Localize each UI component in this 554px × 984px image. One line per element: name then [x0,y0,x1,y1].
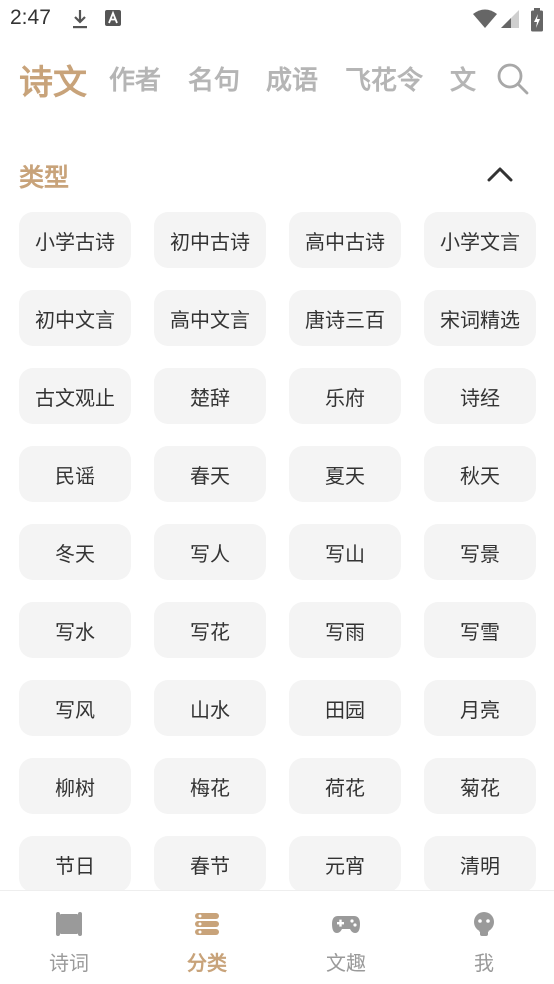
scroll-icon [56,912,82,936]
category-tag[interactable]: 小学古诗 [19,212,131,268]
section-title: 类型 [19,163,70,192]
category-tag[interactable]: 写风 [19,680,131,736]
category-tag[interactable]: 古文观止 [19,368,131,424]
category-tag[interactable]: 唐诗三百 [289,290,401,346]
profile-icon [474,912,494,936]
category-tag[interactable]: 楚辞 [154,368,266,424]
category-tag[interactable]: 写人 [154,524,266,580]
category-tag[interactable]: 节日 [19,836,131,892]
battery-icon [531,8,543,32]
category-tag[interactable]: 春节 [154,836,266,892]
category-tag[interactable]: 荷花 [289,758,401,814]
nav-item-me[interactable]: 我 [415,891,553,984]
download-icon [73,10,87,29]
tab-idioms[interactable]: 成语 [266,60,318,97]
category-tag[interactable]: 写雨 [289,602,401,658]
category-tag[interactable]: 山水 [154,680,266,736]
category-tag[interactable]: 月亮 [424,680,536,736]
category-tag[interactable]: 秋天 [424,446,536,502]
category-tag[interactable]: 高中文言 [154,290,266,346]
tab-authors[interactable]: 作者 [109,60,161,97]
category-tag[interactable]: 清明 [424,836,536,892]
category-tag[interactable]: 写水 [19,602,131,658]
category-tag[interactable]: 宋词精选 [424,290,536,346]
top-tab-bar: 诗文 作者 名句 成语 飞花令 文 [0,52,554,108]
category-tag[interactable]: 写山 [289,524,401,580]
category-tag[interactable]: 元宵 [289,836,401,892]
status-bar: 2:47 [0,0,554,38]
category-tag-grid: 小学古诗 初中古诗 高中古诗 小学文言初中文言 高中文言 唐诗三百 宋词精选古文观止 楚辞 乐府… [19,212,536,892]
category-tag[interactable]: 初中文言 [19,290,131,346]
nav-label-me: 我 [474,951,494,975]
category-tag[interactable]: 乐府 [289,368,401,424]
tab-more[interactable]: 文 [450,60,476,97]
tab-famous-lines[interactable]: 名句 [188,60,240,97]
category-tag[interactable]: 写雪 [424,602,536,658]
gamepad-icon [332,916,360,933]
nav-item-poetry[interactable]: 诗词 [0,891,138,984]
nav-label-fun: 文趣 [326,951,366,975]
nav-label-poetry: 诗词 [49,951,89,975]
a-badge-icon [105,10,121,26]
category-tag[interactable]: 菊花 [424,758,536,814]
wifi-icon [473,9,497,28]
category-tag[interactable]: 梅花 [154,758,266,814]
category-tag[interactable]: 春天 [154,446,266,502]
category-tag[interactable]: 写花 [154,602,266,658]
bottom-nav-bar: 诗词 分类 文趣 我 [0,890,554,984]
tab-poems[interactable]: 诗文 [19,55,87,104]
nav-label-category: 分类 [187,951,227,975]
category-icon [195,913,219,935]
chevron-up-icon[interactable] [485,162,515,186]
tab-feihualing[interactable]: 飞花令 [345,60,423,97]
status-time: 2:47 [10,6,51,29]
nav-item-fun[interactable]: 文趣 [277,891,415,984]
signal-icon [501,10,519,28]
nav-item-category[interactable]: 分类 [138,891,276,984]
search-icon[interactable] [496,62,530,96]
category-tag[interactable]: 初中古诗 [154,212,266,268]
category-tag[interactable]: 夏天 [289,446,401,502]
category-tag[interactable]: 柳树 [19,758,131,814]
category-tag[interactable]: 田园 [289,680,401,736]
category-tag[interactable]: 写景 [424,524,536,580]
category-tag[interactable]: 民谣 [19,446,131,502]
section-header: 类型 [19,152,535,196]
category-tag[interactable]: 诗经 [424,368,536,424]
category-tag[interactable]: 小学文言 [424,212,536,268]
category-tag[interactable]: 冬天 [19,524,131,580]
category-tag[interactable]: 高中古诗 [289,212,401,268]
